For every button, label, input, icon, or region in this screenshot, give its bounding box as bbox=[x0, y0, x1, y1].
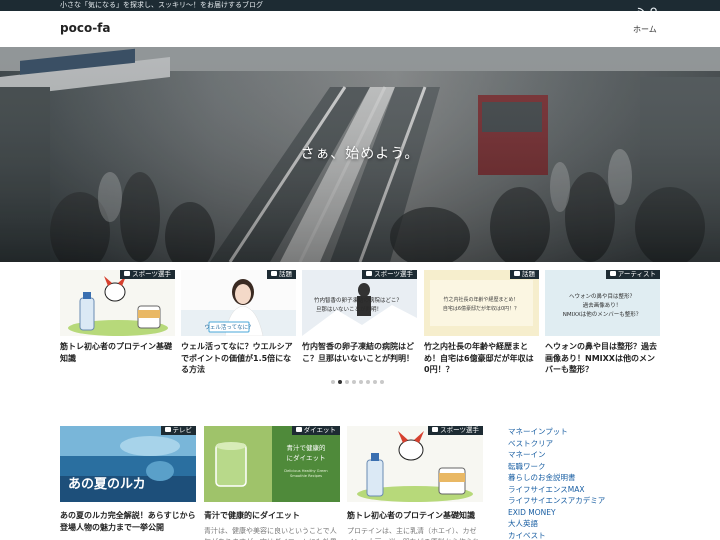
nav-home[interactable]: ホーム bbox=[633, 24, 657, 35]
site-tagline: 小さな「気になる」を探求し、スッキリ〜！をお届けするブログ bbox=[60, 1, 263, 9]
sidebar-link[interactable]: マネーインプット bbox=[508, 426, 668, 438]
rss-icon[interactable] bbox=[637, 1, 646, 16]
category-badge[interactable]: アーティスト bbox=[605, 270, 660, 279]
article-card[interactable]: 青汁で健康的 にダイエット Delicious Healthy Green Sm… bbox=[204, 426, 340, 540]
folder-icon bbox=[124, 271, 131, 276]
sidebar-link[interactable]: 転職ワーク bbox=[508, 461, 668, 473]
folder-icon bbox=[514, 271, 520, 276]
sidebar-link[interactable]: 大人英語 bbox=[508, 518, 668, 530]
card-thumbnail[interactable]: ウェル活ってなに？ 話題 bbox=[181, 270, 296, 336]
article-title[interactable]: あの夏のルカ完全解説！あらすじから登場人物の魅力まで一挙公開 bbox=[60, 510, 196, 534]
carousel-dot[interactable] bbox=[331, 380, 335, 384]
thumb-caption-line1: 竹之内社長の年齢や経歴まとめ！ bbox=[443, 296, 518, 303]
thumb-caption-line1: 青汁で健康的 bbox=[287, 443, 327, 452]
folder-icon bbox=[295, 427, 302, 432]
top-bar: 小さな「気になる」を探求し、スッキリ〜！をお届けするブログ bbox=[0, 0, 720, 16]
card-title[interactable]: ウェル活ってなに？ウエルシアでポイントの価値が1.5倍になる方法 bbox=[181, 341, 296, 376]
carousel-card[interactable]: ウェル活ってなに？ 話題 ウェル活ってなに？ウエルシアでポイントの価値が1.5倍… bbox=[181, 270, 296, 376]
site-logo[interactable]: poco-fa bbox=[60, 21, 111, 35]
sidebar-link[interactable]: マネーイン bbox=[508, 449, 668, 461]
card-thumbnail[interactable]: 竹之内社長の年齢や経歴まとめ！ 自宅は6億豪邸だが年収は0円！？ 話題 bbox=[424, 270, 539, 336]
sidebar-links: マネーインプット ベストクリア マネーイン 転職ワーク 暮らしのお金説明書 ライ… bbox=[508, 426, 668, 540]
carousel-card[interactable]: 竹内智香の卵子凍結の病院はどこ？ 旦那はいないことが判明！ スポーツ選手 竹内智… bbox=[302, 270, 417, 376]
sidebar-link[interactable]: ベストクリア bbox=[508, 438, 668, 450]
carousel-card[interactable]: ヘウォンの鼻や目は整形？ 過去画像あり！ NMIXXは他のメンバーも整形？ アー… bbox=[545, 270, 660, 376]
thumb-caption: ウェル活ってなに？ bbox=[204, 323, 253, 331]
category-badge[interactable]: ダイエット bbox=[291, 426, 340, 435]
article-card[interactable]: あの夏のルカ テレビ あの夏のルカ完全解説！あらすじから登場人物の魅力まで一挙公… bbox=[60, 426, 196, 540]
hero-catchphrase: さぁ、始めよう。 bbox=[300, 146, 420, 162]
article-thumbnail[interactable]: 青汁で健康的 にダイエット Delicious Healthy Green Sm… bbox=[204, 426, 340, 502]
category-badge[interactable]: スポーツ選手 bbox=[362, 270, 417, 279]
folder-icon bbox=[271, 271, 277, 276]
sidebar-link[interactable]: EXID MONEY bbox=[508, 507, 668, 519]
card-title[interactable]: 筋トレ初心者のプロテイン基礎知識 bbox=[60, 341, 175, 376]
article-title[interactable]: 筋トレ初心者のプロテイン基礎知識 bbox=[347, 510, 483, 522]
carousel-dot[interactable] bbox=[359, 380, 363, 384]
sidebar-link[interactable]: カイベスト bbox=[508, 530, 668, 540]
thumb-caption-line1: ヘウォンの鼻や目は整形？ bbox=[569, 292, 635, 300]
article-excerpt: プロテインは、主に乳清（ホエイ）、カゼイン、大豆、米、卵などの原料から作られてい bbox=[347, 527, 480, 540]
card-title[interactable]: 竹内智香の卵子凍結の病院はどこ？旦那はいないことが判明！ bbox=[302, 341, 417, 376]
folder-icon bbox=[609, 271, 616, 276]
category-badge[interactable]: 話題 bbox=[510, 270, 539, 279]
sidebar-link[interactable]: ライフサイエンスMAX bbox=[508, 484, 668, 496]
article-title[interactable]: 青汁で健康的にダイエット bbox=[204, 510, 340, 522]
thumb-caption-line3: NMIXXは他のメンバーも整形？ bbox=[563, 310, 642, 318]
carousel-dot[interactable] bbox=[345, 380, 349, 384]
thumb-caption-line2: 旦那はいないことが判明！ bbox=[316, 305, 382, 313]
card-title[interactable]: ヘウォンの鼻や目は整形？過去画像あり！NMIXXは他のメンバーも整形？ bbox=[545, 341, 660, 376]
category-badge[interactable]: スポーツ選手 bbox=[120, 270, 175, 279]
card-thumbnail[interactable]: ヘウォンの鼻や目は整形？ 過去画像あり！ NMIXXは他のメンバーも整形？ アー… bbox=[545, 270, 660, 336]
carousel-card[interactable]: 竹之内社長の年齢や経歴まとめ！ 自宅は6億豪邸だが年収は0円！？ 話題 竹之内社… bbox=[424, 270, 539, 376]
carousel-dot-active[interactable] bbox=[338, 380, 342, 384]
category-badge[interactable]: テレビ bbox=[160, 426, 196, 435]
article-card[interactable]: スポーツ選手 筋トレ初心者のプロテイン基礎知識 プロテインは、主に乳清（ホエイ）… bbox=[347, 426, 483, 540]
article-thumbnail[interactable]: スポーツ選手 bbox=[347, 426, 483, 502]
folder-icon bbox=[432, 427, 439, 432]
search-icon[interactable] bbox=[650, 1, 659, 16]
card-thumbnail[interactable]: 竹内智香の卵子凍結の病院はどこ？ 旦那はいないことが判明！ スポーツ選手 bbox=[302, 270, 417, 336]
sidebar-link[interactable]: 暮らしのお金説明書 bbox=[508, 472, 668, 484]
thumb-caption-line1: 竹内智香の卵子凍結の病院はどこ？ bbox=[314, 296, 402, 304]
card-title[interactable]: 竹之内社長の年齢や経歴まとめ！自宅は6億豪邸だが年収は0円！？ bbox=[424, 341, 539, 376]
thumb-caption-line2: 過去画像あり！ bbox=[583, 301, 622, 309]
carousel-dot[interactable] bbox=[366, 380, 370, 384]
carousel-card[interactable]: スポーツ選手 筋トレ初心者のプロテイン基礎知識 bbox=[60, 270, 175, 376]
folder-icon bbox=[164, 427, 171, 432]
category-badge[interactable]: スポーツ選手 bbox=[428, 426, 483, 435]
category-badge[interactable]: 話題 bbox=[267, 270, 296, 279]
thumb-caption: あの夏のルカ bbox=[68, 477, 146, 492]
article-thumbnail[interactable]: あの夏のルカ テレビ bbox=[60, 426, 196, 502]
site-header: poco-fa ホーム bbox=[0, 11, 720, 47]
sidebar-link[interactable]: ライフサイエンスアカデミア bbox=[508, 495, 668, 507]
thumb-subcaption-line2: Smoothie Recipes bbox=[290, 474, 322, 478]
card-thumbnail[interactable]: スポーツ選手 bbox=[60, 270, 175, 336]
carousel-dot[interactable] bbox=[373, 380, 377, 384]
folder-icon bbox=[366, 271, 373, 276]
article-excerpt: 青汁は、健康や美容に良いということで人気がありますが、実はダイエットにも効果的な bbox=[204, 527, 337, 540]
thumb-subcaption-line1: Delicious Healthy Green bbox=[284, 469, 327, 473]
thumb-caption-line2: にダイエット bbox=[287, 453, 326, 462]
thumb-caption-line2: 自宅は6億豪邸だが年収は0円！？ bbox=[443, 305, 519, 312]
hero-banner: さぁ、始めよう。 bbox=[0, 47, 720, 262]
carousel-dot[interactable] bbox=[380, 380, 384, 384]
carousel-dot[interactable] bbox=[352, 380, 356, 384]
featured-carousel: スポーツ選手 筋トレ初心者のプロテイン基礎知識 ウェル活ってなに？ 話題 ウェル… bbox=[0, 262, 720, 390]
